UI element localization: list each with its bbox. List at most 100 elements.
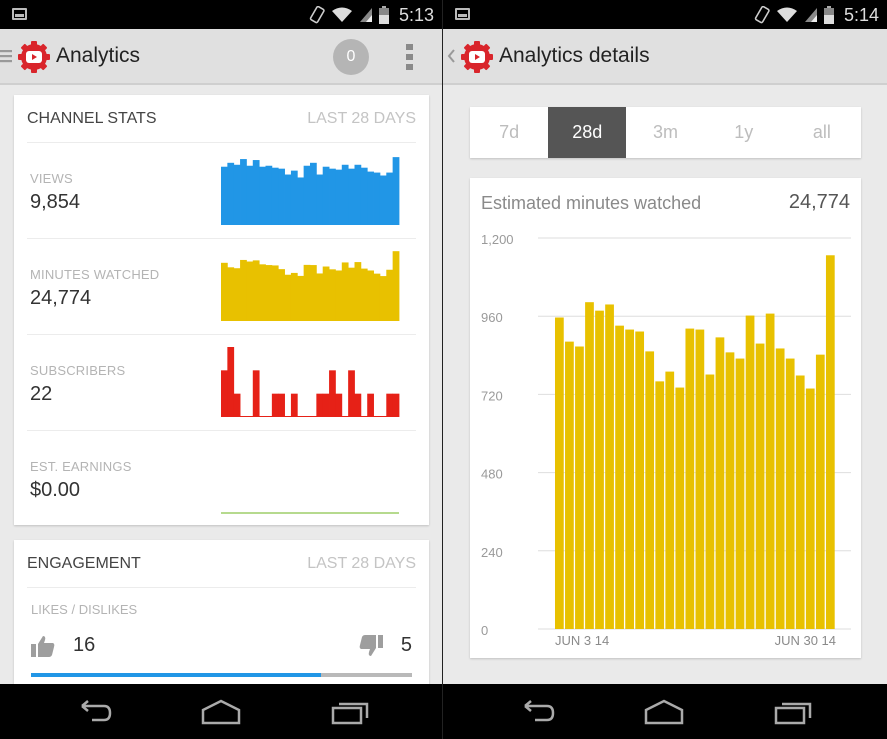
chart-bar[interactable] — [725, 352, 735, 629]
sparkline-bar — [386, 269, 394, 321]
youtube-creator-logo-icon[interactable] — [16, 39, 52, 75]
stat-row-views[interactable]: VIEWS 9,854 — [27, 143, 416, 239]
back-icon[interactable] — [515, 698, 555, 726]
chart-bar[interactable] — [695, 329, 705, 629]
youtube-creator-logo-icon[interactable] — [459, 39, 495, 75]
chart-bar[interactable] — [785, 358, 795, 629]
range-option-3m[interactable]: 3m — [626, 107, 704, 158]
sparkline-bar — [354, 393, 362, 417]
chart-bar[interactable] — [595, 310, 604, 629]
likes-dislikes-label: LIKES / DISLIKES — [31, 602, 138, 617]
notification-count-badge[interactable]: 0 — [333, 39, 369, 75]
chart-bar[interactable] — [715, 337, 725, 629]
back-chevron-icon[interactable] — [447, 49, 455, 63]
sparkline-bar — [278, 168, 285, 225]
recents-icon[interactable] — [774, 698, 814, 726]
chart-bar[interactable] — [655, 381, 665, 629]
stat-value: $0.00 — [30, 479, 81, 501]
sparkline-bar — [284, 174, 292, 225]
back-icon[interactable] — [72, 698, 112, 726]
sparkline-bar — [252, 370, 260, 417]
thumbs-down-icon — [359, 634, 383, 656]
engagement-card: ENGAGEMENT LAST 28 DAYS LIKES / DISLIKES… — [14, 540, 429, 700]
chart-bar[interactable] — [585, 302, 594, 629]
likes-ratio-bar — [31, 673, 412, 677]
chart-bar[interactable] — [565, 341, 574, 629]
clock: 5:13 — [398, 4, 434, 25]
sparkline-bar — [271, 393, 279, 417]
channel-stats-card: CHANNEL STATS LAST 28 DAYS VIEWS 9,854 M… — [14, 95, 429, 525]
sparkline-bar — [316, 393, 324, 417]
range-option-1y[interactable]: 1y — [705, 107, 783, 158]
home-icon[interactable] — [644, 698, 684, 726]
chart-bar[interactable] — [765, 313, 775, 629]
sparkline-bar — [278, 269, 285, 321]
sparkline-bar — [354, 262, 362, 321]
sparkline-bar — [348, 370, 355, 417]
notification-image-icon — [12, 8, 27, 20]
minutes-watched-chart-card: 0 240 480 720 960 1,200 JUN 3 14 JUN 30 14 Esti… — [470, 178, 861, 658]
sparkline-bar — [233, 268, 241, 321]
chart-bar[interactable] — [555, 317, 564, 630]
chart-bar[interactable] — [755, 343, 765, 629]
chart-bar[interactable] — [705, 374, 715, 629]
sparkline-bar — [386, 393, 394, 417]
sparkline-bar — [367, 171, 374, 225]
sparkline-bar — [221, 262, 228, 321]
app-title: Analytics — [56, 44, 141, 67]
stat-row-est-earnings[interactable]: EST. EARNINGS $0.00 — [27, 431, 416, 527]
stat-row-subscribers[interactable]: SUBSCRIBERS 22 — [27, 335, 416, 431]
range-option-28d[interactable]: 28d — [548, 107, 627, 158]
sparkline-bar — [233, 393, 241, 417]
chart-bar[interactable] — [675, 387, 685, 629]
stat-label: VIEWS — [30, 171, 73, 186]
date-range-label[interactable]: LAST 28 DAYS — [307, 110, 416, 128]
sparkline-bar — [329, 168, 336, 225]
sparkline-bar — [271, 265, 279, 321]
sparkline-bar — [335, 169, 343, 225]
more-vert-icon[interactable] — [406, 44, 414, 70]
system-nav-bar — [0, 684, 442, 739]
date-range-label[interactable]: LAST 28 DAYS — [307, 555, 416, 573]
chart-bar[interactable] — [825, 255, 835, 629]
wifi-icon — [331, 7, 352, 22]
chart-bar[interactable] — [635, 331, 645, 629]
sparkline-bar — [373, 273, 381, 321]
chart-bar[interactable] — [815, 354, 825, 629]
views-sparkline — [221, 157, 400, 225]
chart-bar[interactable] — [625, 329, 634, 629]
y-tick-label: 240 — [481, 545, 503, 560]
battery-icon — [378, 6, 389, 24]
sparkline-bar — [265, 265, 273, 321]
sparkline-bar — [360, 268, 368, 321]
system-nav-bar — [443, 684, 887, 739]
status-bar: 5:13 — [0, 0, 442, 29]
chart-bar[interactable] — [685, 328, 695, 629]
hamburger-icon[interactable] — [0, 49, 12, 63]
likes-ratio-fill — [31, 673, 322, 677]
sparkline-bar — [252, 260, 260, 321]
chart-bar[interactable] — [735, 358, 745, 629]
chart-bar[interactable] — [805, 388, 815, 629]
stat-row-minutes-watched[interactable]: MINUTES WATCHED 24,774 — [27, 239, 416, 335]
sparkline-bar — [310, 265, 317, 321]
chart-bar[interactable] — [575, 346, 584, 630]
sparkline-bar — [227, 347, 235, 417]
recents-icon[interactable] — [331, 698, 371, 726]
chart-bar[interactable] — [665, 371, 675, 629]
chart-bar[interactable] — [745, 315, 755, 629]
app-title: Analytics details — [499, 44, 650, 67]
chart-bar[interactable] — [615, 325, 624, 629]
sparkline-bar — [329, 370, 336, 417]
chart-bar[interactable] — [605, 304, 614, 629]
chart-bar[interactable] — [645, 351, 655, 629]
sparkline-bar — [221, 166, 228, 225]
sparkline-bar — [290, 272, 298, 321]
sparkline-bar — [348, 267, 355, 321]
range-selector: 7d 28d 3m 1y all — [470, 107, 861, 158]
range-option-all[interactable]: all — [783, 107, 861, 158]
chart-bar[interactable] — [775, 348, 785, 629]
range-option-7d[interactable]: 7d — [470, 107, 548, 158]
home-icon[interactable] — [201, 698, 241, 726]
chart-bar[interactable] — [795, 375, 805, 630]
